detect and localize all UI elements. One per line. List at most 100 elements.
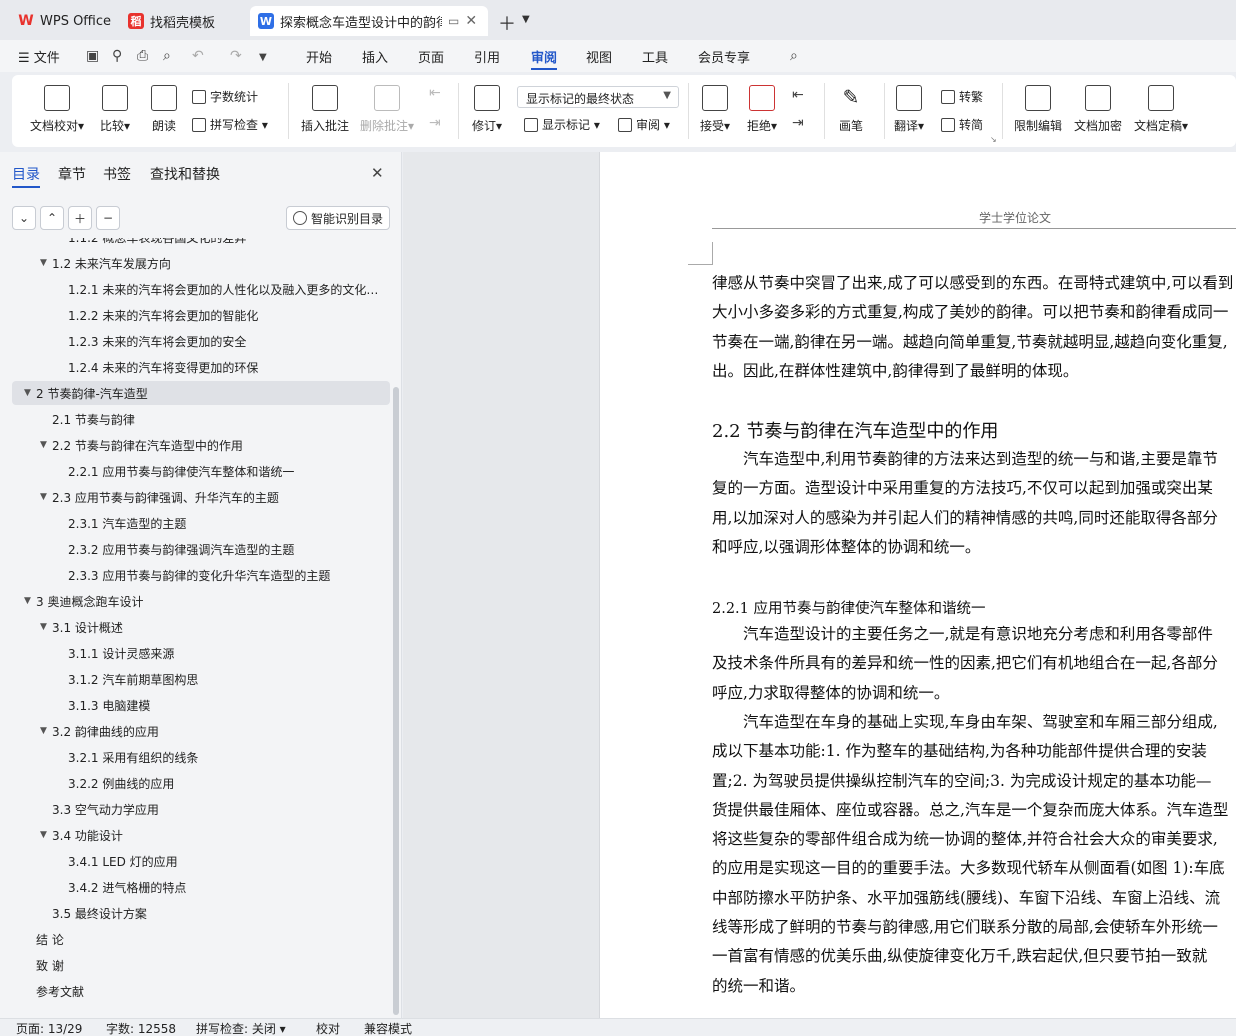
toc-item[interactable]: 2.2.1 应用节奏与韵律使汽车整体和谐统一 — [12, 459, 390, 483]
toc-item[interactable]: ▼ 2.3 应用节奏与韵律强调、升华汽车的主题 — [12, 485, 390, 509]
toc-item[interactable]: 1.2.1 未来的汽车将会更加的人性化以及融入更多的文化元素 — [12, 277, 390, 301]
to-traditional-button[interactable]: 转繁 — [941, 88, 983, 105]
doc-check-button[interactable]: 文档校对▾ — [30, 85, 84, 134]
toc-item[interactable]: ▼ 3.2 韵律曲线的应用 — [12, 719, 390, 743]
menu-member[interactable]: 会员专享 — [698, 47, 750, 66]
screen-icon[interactable]: ▭ — [448, 14, 459, 28]
spell-check-status[interactable]: 拼写检查: 关闭 ▾ — [196, 1020, 286, 1036]
to-simplified-button[interactable]: 转简 — [941, 116, 983, 133]
tab-bookmarks[interactable]: 书签 — [103, 164, 131, 184]
file-menu[interactable]: ☰ 文件 — [18, 47, 60, 66]
toc-item[interactable]: ▼ 3 奥迪概念跑车设计 — [12, 589, 390, 613]
menu-page[interactable]: 页面 — [418, 47, 444, 66]
restrict-edit-button[interactable]: 限制编辑 — [1014, 85, 1062, 134]
collapse-arrow-icon[interactable]: ▼ — [40, 258, 52, 268]
toc-item[interactable]: 2.3.3 应用节奏与韵律的变化升华汽车造型的主题 — [12, 563, 390, 587]
tab-find-replace[interactable]: 查找和替换 — [150, 164, 220, 184]
translate-button[interactable]: 翻译▾ — [894, 85, 924, 134]
print-preview-icon[interactable]: ⌕ — [163, 48, 171, 64]
track-changes-button[interactable]: 修订▾ — [472, 85, 502, 134]
proof-status[interactable]: 校对 — [316, 1020, 340, 1036]
delete-comment-button[interactable]: 删除批注▾ — [360, 85, 414, 134]
accept-button[interactable]: 接受▾ — [700, 85, 730, 134]
markup-state-select[interactable]: 显示标记的最终状态 ▼ — [517, 86, 679, 108]
toc-item[interactable]: ▼ 3.4 功能设计 — [12, 823, 390, 847]
ink-button[interactable]: ✎ 画笔 — [838, 85, 864, 134]
spell-check-button[interactable]: 拼写检查 ▾ — [192, 116, 268, 133]
prev-change-icon[interactable]: ⇤ — [792, 87, 804, 103]
expand-corner-icon[interactable]: ↘ — [990, 135, 997, 144]
toc-item[interactable]: 参考文献 — [12, 979, 390, 1003]
page-indicator[interactable]: 页面: 13/29 — [16, 1020, 82, 1036]
collapse-arrow-icon[interactable]: ▼ — [40, 492, 52, 502]
menu-start[interactable]: 开始 — [306, 47, 332, 66]
tab-toc[interactable]: 目录 — [12, 164, 40, 184]
finalize-button[interactable]: 文档定稿▾ — [1134, 85, 1188, 134]
collapse-arrow-icon[interactable]: ▼ — [24, 596, 36, 606]
toc-item[interactable]: 结 论 — [12, 927, 390, 951]
toc-item[interactable]: 1.2.2 未来的汽车将会更加的智能化 — [12, 303, 390, 327]
toc-item[interactable]: 3.2.2 例曲线的应用 — [12, 771, 390, 795]
expand-down-button[interactable]: ⌄ — [12, 206, 36, 230]
toc-item[interactable]: 致 谢 — [12, 953, 390, 977]
word-count-status[interactable]: 字数: 12558 — [106, 1020, 176, 1036]
undo-icon[interactable]: ↶ — [192, 48, 204, 64]
collapse-arrow-icon[interactable]: ▼ — [40, 622, 52, 632]
toc-item[interactable]: 2.3.2 应用节奏与韵律强调汽车造型的主题 — [12, 537, 390, 561]
menu-reference[interactable]: 引用 — [474, 47, 500, 66]
menu-insert[interactable]: 插入 — [362, 47, 388, 66]
toc-item[interactable]: 1.2.4 未来的汽车将变得更加的环保 — [12, 355, 390, 379]
toc-item[interactable]: 2.3.1 汽车造型的主题 — [12, 511, 390, 535]
menu-view[interactable]: 视图 — [586, 47, 612, 66]
toc-item[interactable]: 1.2.3 未来的汽车将会更加的安全 — [12, 329, 390, 353]
collapse-arrow-icon[interactable]: ▼ — [40, 830, 52, 840]
collapse-arrow-icon[interactable]: ▼ — [40, 440, 52, 450]
link-icon[interactable]: ⚲ — [112, 48, 122, 64]
toc-item[interactable]: ▼ 2.2 节奏与韵律在汽车造型中的作用 — [12, 433, 390, 457]
tab-document[interactable]: W 探索概念车造型设计中的韵律 ▭ ✕ — [250, 6, 488, 36]
toc-item[interactable]: 2.1 节奏与韵律 — [12, 407, 390, 431]
redo-icon[interactable]: ↷ — [230, 48, 242, 64]
review-pane-button[interactable]: 审阅 ▾ — [618, 116, 670, 133]
toc-item[interactable]: 3.2.1 采用有组织的线条 — [12, 745, 390, 769]
reject-button[interactable]: 拒绝▾ — [747, 85, 777, 134]
tab-docer[interactable]: 稻 找稻壳模板 — [120, 6, 244, 36]
show-markup-button[interactable]: 显示标记 ▾ — [524, 116, 600, 133]
compare-button[interactable]: 比较▾ — [100, 85, 130, 134]
toc-scrollbar[interactable] — [393, 387, 399, 1015]
collapse-up-button[interactable]: ⌃ — [40, 206, 64, 230]
toc-item[interactable]: ▼ 3.1 设计概述 — [12, 615, 390, 639]
remove-heading-button[interactable]: − — [96, 206, 120, 230]
toc-item[interactable]: 3.1.3 电脑建模 — [12, 693, 390, 717]
tab-wps-office[interactable]: W WPS Office — [10, 6, 115, 36]
chevron-down-icon[interactable]: ▼ — [522, 14, 530, 25]
toc-item[interactable]: 3.1.1 设计灵感来源 — [12, 641, 390, 665]
menu-review[interactable]: 审阅 — [531, 47, 557, 66]
next-change-icon[interactable]: ⇥ — [792, 115, 804, 131]
search-icon[interactable]: ⌕ — [790, 48, 798, 64]
collapse-arrow-icon[interactable]: ▼ — [24, 388, 36, 398]
add-heading-button[interactable]: ＋ — [68, 206, 92, 230]
insert-comment-button[interactable]: 插入批注 — [301, 85, 349, 134]
prev-comment-icon[interactable]: ⇤ — [429, 85, 441, 101]
read-aloud-button[interactable]: 朗读 — [151, 85, 177, 134]
toc-item[interactable]: 3.4.1 LED 灯的应用 — [12, 849, 390, 873]
collapse-arrow-icon[interactable]: ▼ — [40, 726, 52, 736]
word-count-button[interactable]: 字数统计 — [192, 88, 258, 105]
toc-item[interactable]: 1.1.2 概念车表现各国文化的差异 — [12, 238, 390, 249]
next-comment-icon[interactable]: ⇥ — [429, 115, 441, 131]
save-icon[interactable]: ▣ — [86, 48, 99, 64]
encrypt-button[interactable]: 文档加密 — [1074, 85, 1122, 134]
toc-item[interactable]: 3.5 最终设计方案 — [12, 901, 390, 925]
close-icon[interactable]: ✕ — [371, 164, 384, 182]
toc-item[interactable]: 3.3 空气动力学应用 — [12, 797, 390, 821]
toc-item[interactable]: 3.4.2 进气格栅的特点 — [12, 875, 390, 899]
new-tab-icon[interactable]: ＋ — [498, 10, 516, 36]
print-icon[interactable]: ⎙ — [137, 48, 148, 64]
toc-item[interactable]: ▼ 2 节奏韵律-汽车造型 — [12, 381, 390, 405]
chevron-down-icon[interactable]: ▼ — [259, 52, 267, 63]
close-icon[interactable]: ✕ — [465, 13, 477, 29]
tab-chapters[interactable]: 章节 — [58, 164, 86, 184]
toc-item[interactable]: 3.1.2 汽车前期草图构思 — [12, 667, 390, 691]
menu-tools[interactable]: 工具 — [642, 47, 668, 66]
